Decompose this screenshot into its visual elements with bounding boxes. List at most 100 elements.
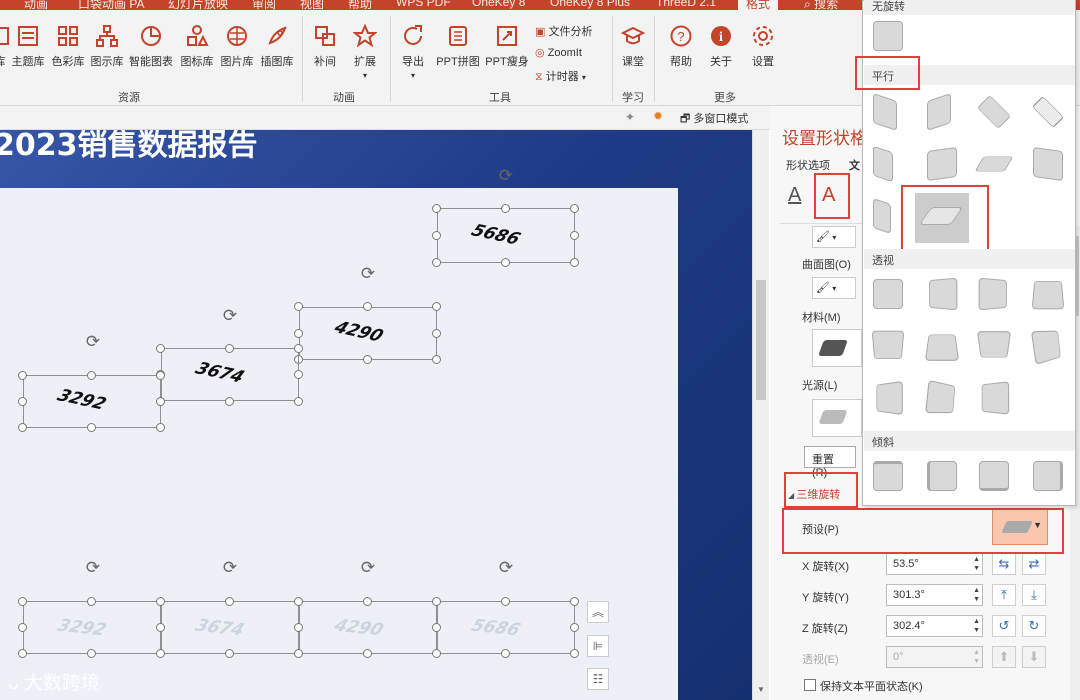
light-picker[interactable] <box>812 399 862 437</box>
magic-wand-icon[interactable]: ✦ <box>625 110 635 124</box>
rotate-left-icon[interactable]: ⇆ <box>992 553 1016 575</box>
slide-scrollbar[interactable]: ▼ <box>752 130 769 700</box>
align-icon[interactable]: ⊫ <box>587 635 609 657</box>
rotate-up-icon[interactable]: ⤒ <box>992 584 1016 606</box>
zoomit-button[interactable]: ◎ ZoomIt <box>535 46 582 59</box>
rotate-handle-icon[interactable]: ⟳ <box>497 167 515 185</box>
text-fill-icon[interactable]: A <box>788 184 801 207</box>
file-analysis-button[interactable]: ▣ 文件分析 <box>535 23 592 39</box>
multi-window-button[interactable]: 🗗 多窗口模式 <box>680 110 748 129</box>
resize-handle[interactable] <box>432 258 441 267</box>
resize-handle[interactable] <box>432 649 441 658</box>
resize-handle[interactable] <box>501 597 510 606</box>
material-picker[interactable] <box>812 329 862 367</box>
resize-handle[interactable] <box>156 423 165 432</box>
preset-perspective-9[interactable] <box>869 379 907 417</box>
tab-onekey8[interactable]: OneKey 8 <box>472 0 525 9</box>
z-rotation-input[interactable]: 302.4° ▲ ▼ <box>886 615 983 637</box>
rotate-cw-icon[interactable]: ↻ <box>1022 615 1046 637</box>
preset-oblique-1[interactable] <box>869 457 907 495</box>
layout-icon[interactable]: ☷ <box>587 668 609 690</box>
rotate-ccw-icon[interactable]: ↺ <box>992 615 1016 637</box>
resize-handle[interactable] <box>570 204 579 213</box>
resize-handle[interactable] <box>294 370 303 379</box>
resize-handle[interactable] <box>156 649 165 658</box>
spinner-arrows-icon[interactable]: ▲ ▼ <box>973 555 980 573</box>
resize-handle[interactable] <box>156 371 165 380</box>
preset-perspective-7[interactable] <box>975 327 1013 365</box>
resize-handle[interactable] <box>570 649 579 658</box>
tab-threed[interactable]: ThreeD 2.1 <box>656 0 716 9</box>
tab-format[interactable]: 格式 <box>738 0 779 11</box>
contour-color-picker[interactable]: 🖌 ▾ <box>812 277 856 299</box>
preset-perspective-8[interactable] <box>1029 327 1067 365</box>
x-rotation-input[interactable]: 53.5° ▲ ▼ <box>886 553 983 575</box>
preset-parallel-4[interactable] <box>1029 93 1067 131</box>
resize-handle[interactable] <box>225 344 234 353</box>
preset-parallel-1[interactable] <box>869 93 907 131</box>
extend-button[interactable]: 扩展 ▾ <box>350 24 380 81</box>
resize-handle[interactable] <box>294 623 303 632</box>
slide-title[interactable]: 2023销售数据报告 <box>0 130 258 164</box>
resize-handle[interactable] <box>18 371 27 380</box>
resize-handle[interactable] <box>363 355 372 364</box>
scroll-down-icon[interactable]: ▼ <box>757 685 765 694</box>
resize-handle[interactable] <box>156 397 165 406</box>
preset-parallel-7[interactable] <box>974 145 1014 183</box>
scrollbar-thumb[interactable] <box>756 280 766 400</box>
preset-perspective-6[interactable] <box>923 327 961 365</box>
resize-handle[interactable] <box>432 355 441 364</box>
bevel-color-picker[interactable]: 🖌 ▾ <box>812 226 856 248</box>
resize-handle[interactable] <box>87 423 96 432</box>
resize-handle[interactable] <box>294 344 303 353</box>
settings-button[interactable]: 设置 <box>748 24 778 69</box>
resize-handle[interactable] <box>87 597 96 606</box>
preset-perspective-5[interactable] <box>869 327 907 365</box>
rotate-handle-icon[interactable]: ⟳ <box>359 265 377 283</box>
resize-handle[interactable] <box>18 649 27 658</box>
resize-handle[interactable] <box>18 623 27 632</box>
rotate-down-icon[interactable]: ⤓ <box>1022 584 1046 606</box>
resize-handle[interactable] <box>570 623 579 632</box>
picture-library-button[interactable]: 图片库 <box>218 24 256 69</box>
resize-handle[interactable] <box>87 371 96 380</box>
resize-handle[interactable] <box>294 397 303 406</box>
preset-perspective-1[interactable] <box>869 275 907 313</box>
help-button[interactable]: ? 帮助 <box>666 24 696 69</box>
resize-handle[interactable] <box>156 344 165 353</box>
resize-handle[interactable] <box>18 423 27 432</box>
preset-oblique-3[interactable] <box>975 457 1013 495</box>
preset-perspective-3[interactable] <box>975 275 1013 313</box>
tab-wps-pdf[interactable]: WPS PDF <box>396 0 451 9</box>
resize-handle[interactable] <box>294 302 303 311</box>
keep-text-flat-checkbox[interactable] <box>804 679 816 691</box>
classroom-button[interactable]: 课堂 <box>618 24 648 69</box>
resize-handle[interactable] <box>501 204 510 213</box>
slide-canvas[interactable]: 2023销售数据报告 5686 ⟳ 4290 ⟳ 3674 ⟳ 3292 ⟳ 3… <box>0 130 752 700</box>
tab-shape-options[interactable]: 形状选项 <box>786 157 830 173</box>
timer-button[interactable]: ⧖ 计时器 ▾ <box>535 68 586 84</box>
preset-oblique-4[interactable] <box>1029 457 1067 495</box>
spinner-arrows-icon[interactable]: ▲ ▼ <box>973 586 980 604</box>
resize-handle[interactable] <box>156 597 165 606</box>
export-button[interactable]: 导出 ▾ <box>398 24 428 81</box>
rotate-right-icon[interactable]: ⇄ <box>1022 553 1046 575</box>
tab-onekey8-plus[interactable]: OneKey 8 Plus <box>550 0 630 9</box>
preset-perspective-4[interactable] <box>1029 275 1067 313</box>
about-button[interactable]: i 关于 <box>706 24 736 69</box>
resize-handle[interactable] <box>363 302 372 311</box>
resize-handle[interactable] <box>432 204 441 213</box>
collapse-up-icon[interactable]: ︽ <box>587 601 609 623</box>
rotate-handle-icon[interactable]: ⟳ <box>221 307 239 325</box>
resize-handle[interactable] <box>432 623 441 632</box>
resize-handle[interactable] <box>363 649 372 658</box>
ppt-puzzle-button[interactable]: PPT拼图 <box>434 24 482 69</box>
diagram-library-button[interactable]: 图示库 <box>89 24 125 69</box>
preset-perspective-2[interactable] <box>923 275 961 313</box>
resize-handle[interactable] <box>294 649 303 658</box>
resize-handle[interactable] <box>501 258 510 267</box>
theme-library-button[interactable]: 主题库 <box>9 24 47 69</box>
preset-perspective-11[interactable] <box>975 379 1013 417</box>
resize-handle[interactable] <box>18 397 27 406</box>
gear-icon[interactable]: ✹ <box>653 109 663 123</box>
